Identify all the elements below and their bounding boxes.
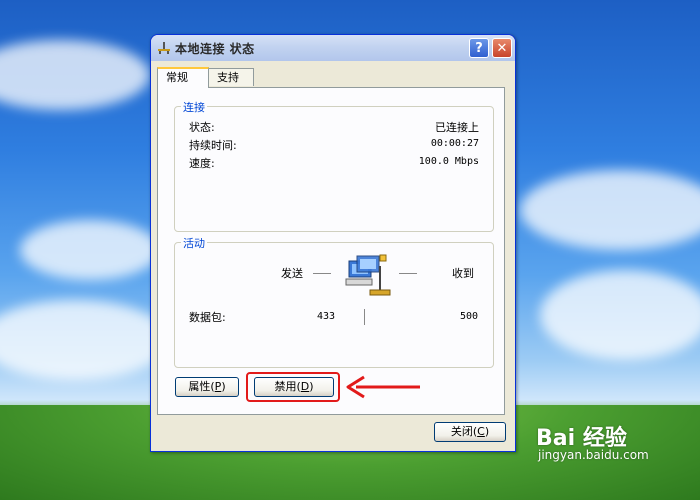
properties-button[interactable]: 属性(P) xyxy=(175,377,239,397)
tab-support[interactable]: 支持 xyxy=(208,68,254,86)
packets-label: 数据包: xyxy=(189,311,226,324)
properties-accel-key: P xyxy=(214,380,222,393)
general-tab-panel: 连接 状态: 已连接上 持续时间: 00:00:27 速度: 100.0 Mbp… xyxy=(157,87,505,415)
baidu-watermark: Bai 经验 jingyan.baidu.com xyxy=(536,420,649,462)
connection-status-dialog: 本地连接 状态 ? ✕ 常规 支持 连接 状态: 已连接上 持续时间: 00:0… xyxy=(150,34,516,452)
highlight-box xyxy=(246,372,340,402)
duration-value: 00:00:27 xyxy=(430,138,479,149)
sent-line xyxy=(313,273,331,274)
title-bar[interactable]: 本地连接 状态 ? ✕ xyxy=(151,35,515,61)
duration-label: 持续时间: xyxy=(189,139,237,152)
packets-received-value: 500 xyxy=(460,311,479,322)
help-button[interactable]: ? xyxy=(469,38,489,58)
window-title: 本地连接 状态 xyxy=(175,42,255,56)
close-button-label: 关闭 xyxy=(450,425,473,438)
tab-general[interactable]: 常规 xyxy=(157,67,209,88)
connection-group: 连接 状态: 已连接上 持续时间: 00:00:27 速度: 100.0 Mbp… xyxy=(174,99,494,232)
speed-value: 100.0 Mbps xyxy=(418,156,479,167)
packets-sent-value: 433 xyxy=(317,311,336,322)
close-window-button[interactable]: ✕ xyxy=(492,38,512,58)
close-button[interactable]: 关闭(C) xyxy=(434,422,506,442)
close-accel-key: C xyxy=(477,425,485,438)
network-computers-icon xyxy=(345,254,391,296)
speed-label: 速度: xyxy=(189,157,215,170)
network-connection-icon xyxy=(158,42,170,54)
status-value: 已连接上 xyxy=(435,121,479,134)
sent-label: 发送 xyxy=(281,267,303,280)
red-arrow-icon xyxy=(346,375,420,399)
activity-legend: 活动 xyxy=(181,235,207,251)
received-line xyxy=(399,273,417,274)
packets-divider xyxy=(364,309,365,325)
received-label: 收到 xyxy=(452,267,474,280)
status-label: 状态: xyxy=(189,121,215,134)
activity-group: 活动 发送 收到 数据包: 433 500 xyxy=(174,235,494,368)
connection-legend: 连接 xyxy=(181,99,207,115)
watermark-url: jingyan.baidu.com xyxy=(538,448,649,462)
properties-button-label: 属性 xyxy=(188,380,211,393)
